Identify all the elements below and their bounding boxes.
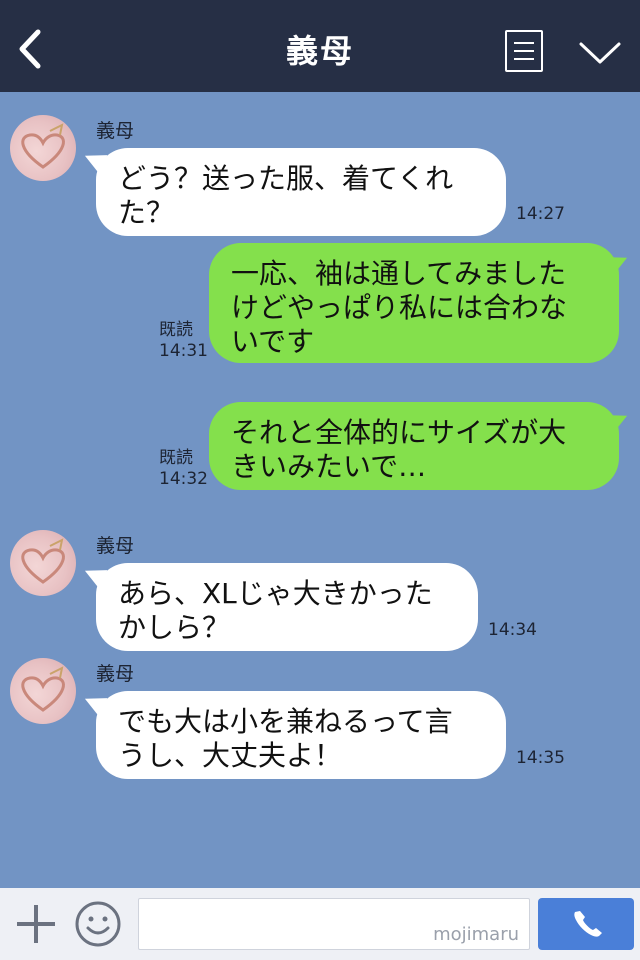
- message-bubble[interactable]: あら、XLじゃ大きかった かしら？: [96, 563, 478, 651]
- input-bar: mojimaru: [0, 888, 640, 960]
- read-receipt: 既読 14:31: [159, 320, 208, 361]
- message-list[interactable]: 義母 どう？送った服、着てくれ た？ 14:27 既読 14:31 一応、袖は通…: [0, 92, 640, 888]
- message-bubble[interactable]: 一応、袖は通してみました けどやっぱり私には合わな いです: [209, 243, 619, 363]
- chat-title: 義母: [285, 32, 354, 70]
- read-receipt: 既読 14:32: [159, 448, 208, 489]
- message-input[interactable]: mojimaru: [138, 898, 530, 950]
- sender-name: 義母: [96, 120, 135, 142]
- avatar[interactable]: [10, 658, 76, 724]
- note-menu-icon[interactable]: [505, 30, 543, 72]
- message-bubble[interactable]: それと全体的にサイズが大 きいみたいで…: [209, 402, 619, 490]
- chevron-down-icon[interactable]: [578, 40, 622, 66]
- sender-name: 義母: [96, 663, 135, 685]
- chat-header: 義母: [0, 0, 640, 92]
- message-time: 14:27: [516, 204, 565, 224]
- phone-icon: [574, 911, 602, 937]
- message-time: 14:34: [488, 620, 537, 640]
- emoji-icon[interactable]: [74, 900, 122, 948]
- avatar[interactable]: [10, 115, 76, 181]
- avatar[interactable]: [10, 530, 76, 596]
- message-bubble[interactable]: でも大は小を兼ねるって言 うし、大丈夫よ！: [96, 691, 506, 779]
- message-bubble[interactable]: どう？送った服、着てくれ た？: [96, 148, 506, 236]
- plus-icon[interactable]: [14, 902, 58, 946]
- sender-name: 義母: [96, 535, 135, 557]
- message-time: 14:35: [516, 748, 565, 768]
- watermark: mojimaru: [433, 924, 519, 945]
- call-button[interactable]: [538, 898, 634, 950]
